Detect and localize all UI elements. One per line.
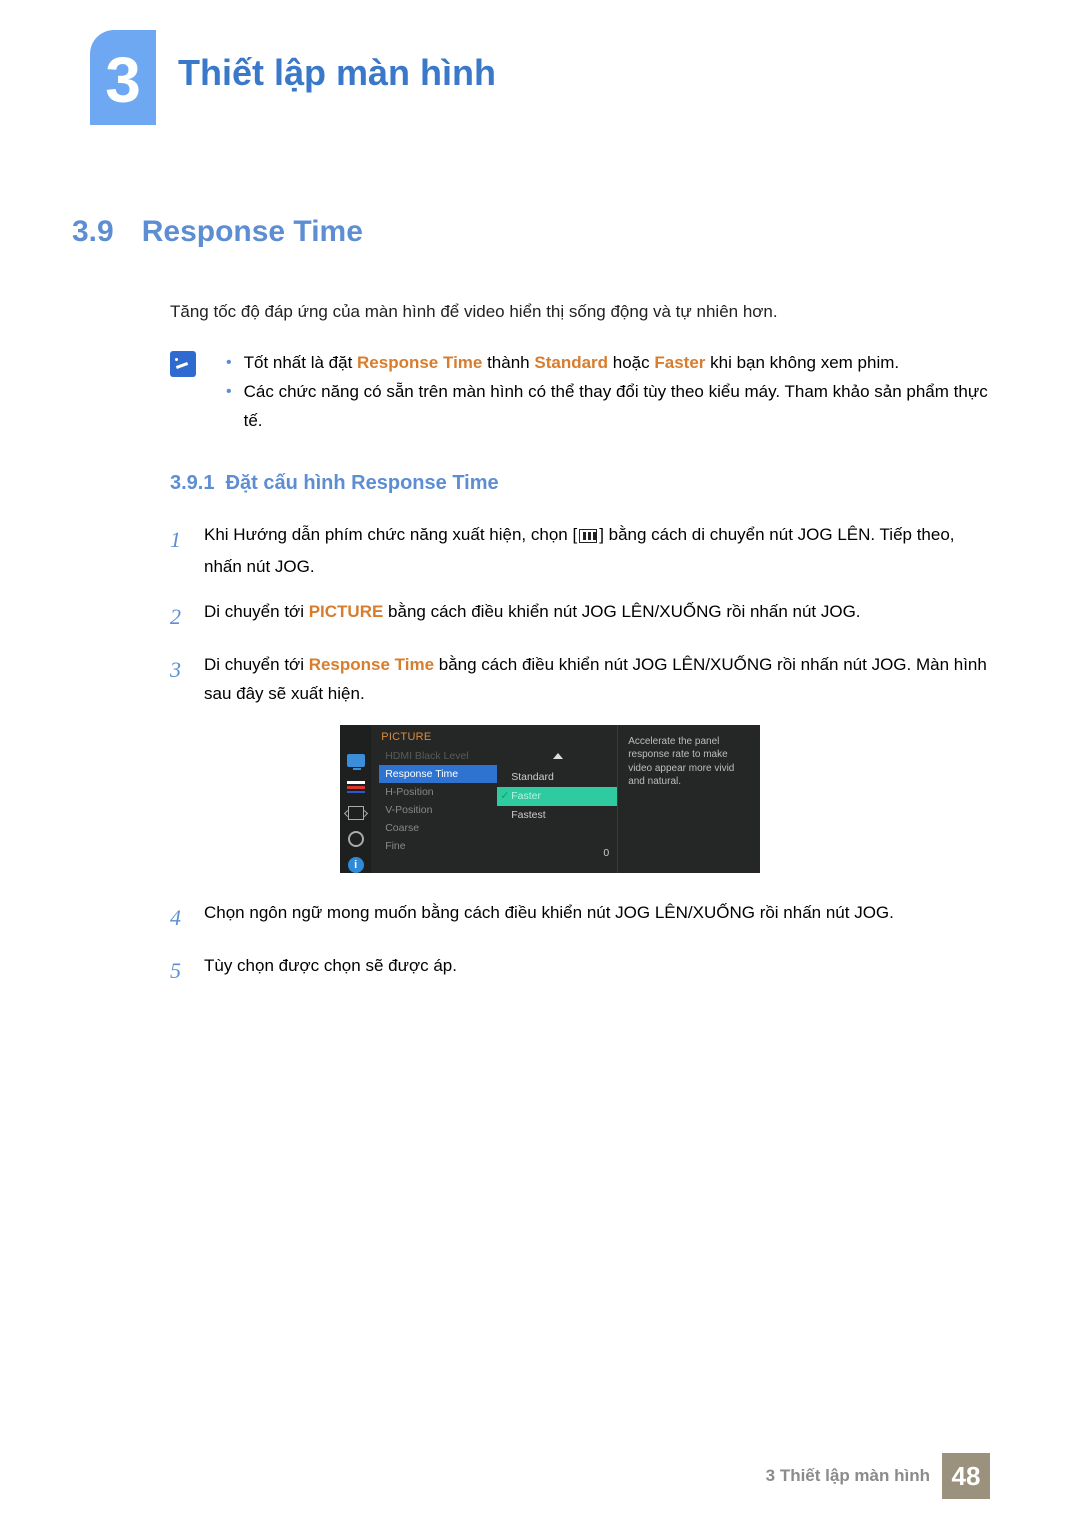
subsection-heading: 3.9.1 Đặt cấu hình Response Time	[170, 472, 990, 495]
osd-item-hdmi-black-level: HDMI Black Level	[379, 747, 497, 765]
footer-chapter-label: 3 Thiết lập màn hình	[766, 1466, 930, 1486]
section-number: 3.9	[72, 215, 114, 249]
osd-description: Accelerate the panel response rate to ma…	[617, 725, 760, 873]
chapter-title: Thiết lập màn hình	[178, 52, 496, 94]
note-block: Tốt nhất là đặt Response Time thành Stan…	[170, 349, 990, 436]
step-2: 2 Di chuyển tới PICTURE bằng cách điều k…	[170, 598, 990, 635]
info-icon: i	[346, 857, 366, 873]
step-5: 5 Tùy chọn được chọn sẽ được áp.	[170, 952, 990, 989]
size-icon	[346, 805, 366, 821]
osd-fine-value: 0	[497, 844, 617, 863]
osd-item-fine: Fine	[379, 837, 497, 855]
osd-item-v-position: V-Position	[379, 801, 497, 819]
page-number: 48	[942, 1453, 990, 1499]
settings-gear-icon	[346, 831, 366, 847]
osd-option-fastest: Fastest	[497, 806, 617, 825]
osd-screenshot: i PICTURE HDMI Black Level Response Time…	[340, 725, 990, 873]
section-title: Response Time	[142, 215, 363, 249]
note-item-2: Các chức năng có sẵn trên màn hình có th…	[226, 378, 990, 436]
section-heading: 3.9 Response Time	[72, 215, 990, 249]
note-item-1: Tốt nhất là đặt Response Time thành Stan…	[226, 349, 990, 378]
osd-sidebar: i	[340, 725, 371, 873]
osd-item-coarse: Coarse	[379, 819, 497, 837]
color-bars-icon	[346, 779, 366, 795]
osd-item-response-time: Response Time	[379, 765, 497, 783]
osd-option-faster: Faster	[497, 787, 617, 806]
chapter-header: 3 Thiết lập màn hình	[90, 30, 990, 125]
monitor-icon	[346, 753, 366, 769]
arrow-up-icon	[553, 753, 563, 759]
step-3: 3 Di chuyển tới Response Time bằng cách …	[170, 651, 990, 709]
step-1: 1 Khi Hướng dẫn phím chức năng xuất hiện…	[170, 521, 990, 582]
intro-paragraph: Tăng tốc độ đáp ứng của màn hình để vide…	[170, 299, 990, 325]
osd-title: PICTURE	[379, 731, 617, 743]
osd-option-standard: Standard	[497, 768, 617, 787]
step-4: 4 Chọn ngôn ngữ mong muốn bằng cách điều…	[170, 899, 990, 936]
osd-item-h-position: H-Position	[379, 783, 497, 801]
menu-icon	[577, 524, 599, 553]
chapter-number-tab: 3	[90, 30, 156, 125]
page-footer: 3 Thiết lập màn hình 48	[766, 1453, 990, 1499]
note-icon	[170, 351, 196, 377]
